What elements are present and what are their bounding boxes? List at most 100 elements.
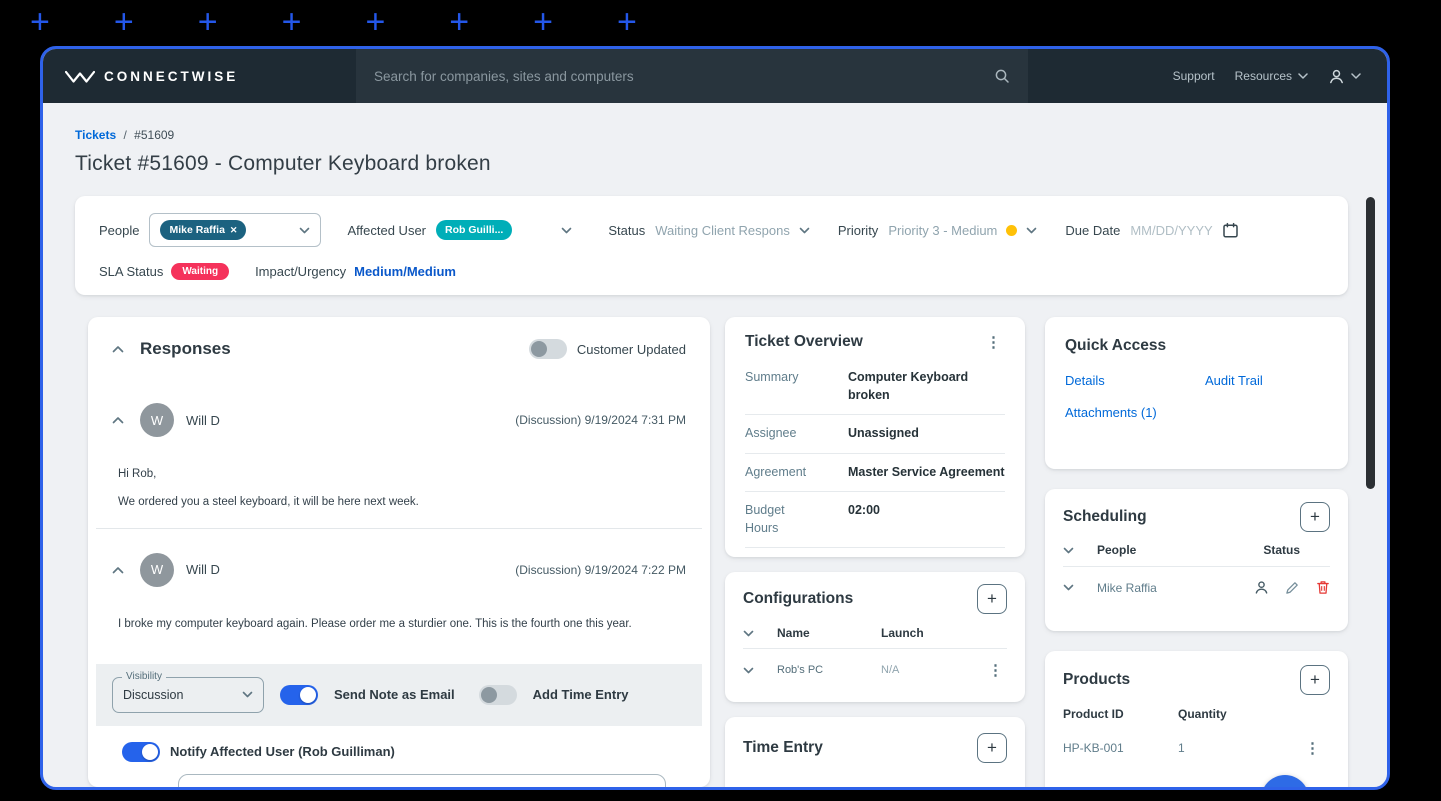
status-select[interactable]: Waiting Client Respons [655,223,810,238]
support-link[interactable]: Support [1173,69,1215,83]
entry-line: We ordered you a steel keyboard, it will… [118,495,419,508]
scheduling-header: Scheduling + [1063,502,1330,532]
right-column: Quick Access Details Audit Trail Attachm… [1045,317,1348,787]
kebab-menu-icon[interactable]: ⋮ [982,333,1005,351]
product-row[interactable]: HP-KB-001 1 ⋮ [1063,739,1330,757]
overview-row-label: Summary [745,370,799,384]
configuration-row[interactable]: Rob's PC N/A ⋮ [743,649,1007,691]
add-schedule-button[interactable]: + [1300,502,1330,532]
calendar-icon[interactable] [1222,222,1239,239]
notify-affected-user-row: Notify Affected User (Rob Guilliman) [122,741,686,762]
search-input[interactable] [374,68,994,84]
send-note-as-email-toggle[interactable] [280,684,318,705]
send-note-as-email-label: Send Note as Email [334,687,455,703]
breadcrumb-current: #51609 [134,128,175,142]
schedule-row-actions [1254,580,1330,595]
overview-row-label: Agreement [745,464,807,479]
app-window: CONNECTWISE Support Resources [40,46,1390,790]
people-select[interactable]: Mike Raffia ✕ [149,213,322,247]
edit-pencil-icon[interactable] [1285,580,1300,595]
brand-name: CONNECTWISE [104,68,239,84]
discussion-entry-header: W Will D (Discussion) 9/19/2024 7:31 PM [112,403,686,437]
time-entry-title: Time Entry [743,739,823,756]
add-time-entry-toggle[interactable] [478,684,517,705]
plus-marker: + [617,3,637,41]
products-card: Products + Product ID Quantity HP-KB-001… [1045,651,1348,787]
chevron-down-icon[interactable] [743,630,777,637]
affected-user-select[interactable]: Rob Guilli... [436,220,572,240]
overview-row: Budget Hours 02:00 [745,492,1005,548]
add-icon: + [987,589,997,608]
configuration-name: Rob's PC [777,664,824,676]
chevron-down-icon[interactable] [1063,547,1097,554]
status-label: Status [608,222,646,238]
visibility-value: Discussion [123,687,184,702]
impact-urgency-label: Impact/Urgency [255,264,347,279]
search-icon[interactable] [994,68,1010,84]
add-time-entry-button[interactable]: + [977,733,1007,763]
responses-card: Responses Customer Updated W Will D (Dis… [88,317,710,787]
add-icon: + [1310,507,1320,526]
plus-marker: + [281,3,302,41]
collapse-chevron-up-icon[interactable] [112,345,124,353]
canvas-grid-markers: + + + + + + + + [30,0,637,44]
notify-affected-user-label: Notify Affected User (Rob Guilliman) [170,744,395,760]
schedule-person-name: Mike Raffia [1097,580,1157,595]
plus-marker: + [365,3,386,41]
audit-trail-link[interactable]: Audit Trail [1205,373,1328,388]
priority-select[interactable]: Priority 3 - Medium [888,223,1037,238]
nav-right: Support Resources [1173,68,1387,85]
kebab-menu-icon[interactable]: ⋮ [1301,739,1324,757]
collapse-chevron-up-icon[interactable] [112,416,124,424]
customer-updated-toggle[interactable] [528,339,567,359]
column-header-quantity: Quantity [1178,707,1227,721]
plus-marker: + [30,3,50,41]
plus-marker: + [449,3,470,41]
details-link[interactable]: Details [1065,373,1205,388]
entry-body: I broke my computer keyboard again. Plea… [118,617,686,632]
collapse-chevron-up-icon[interactable] [112,566,124,574]
chevron-down-icon[interactable] [743,667,777,674]
overview-row: Summary Computer Keyboard broken [745,359,1005,415]
breadcrumb-tickets-link[interactable]: Tickets [75,128,116,142]
person-icon[interactable] [1254,580,1269,595]
add-icon: + [1310,670,1320,689]
resources-label: Resources [1234,69,1292,83]
resources-menu[interactable]: Resources [1235,69,1308,83]
visibility-select[interactable]: Visibility Discussion [112,670,264,713]
note-input[interactable] [178,773,666,787]
add-configuration-button[interactable]: + [977,584,1007,614]
people-chip: Mike Raffia ✕ [160,220,247,240]
chevron-down-icon [242,691,253,698]
configurations-header: Configurations + [743,584,1007,614]
people-label: People [99,222,140,238]
delete-trash-icon[interactable] [1316,580,1330,595]
impact-urgency-value: Medium/Medium [354,264,456,279]
account-menu[interactable] [1328,68,1361,85]
plus-marker: + [533,3,554,41]
middle-column: Ticket Overview ⋮ Summary Computer Keybo… [725,317,1025,787]
configurations-title: Configurations [743,590,854,607]
entry-meta: (Discussion) 9/19/2024 7:22 PM [515,562,686,577]
column-header-launch: Launch [881,626,924,640]
chip-remove-icon[interactable]: ✕ [230,225,238,236]
ticket-overview-header: Ticket Overview ⋮ [745,333,1005,351]
column-header-product-id: Product ID [1063,707,1124,721]
kebab-menu-icon[interactable]: ⋮ [984,661,1007,679]
due-date-field[interactable]: MM/DD/YYYY [1130,222,1238,239]
sla-status-label: SLA Status [99,264,164,279]
attachments-link[interactable]: Attachments (1) [1065,405,1205,420]
brand: CONNECTWISE [65,68,238,85]
scrollbar-thumb[interactable] [1366,197,1375,489]
chevron-down-icon [299,227,310,234]
configurations-column-headers: Name Launch [743,616,1007,649]
avatar: W [140,403,174,437]
chevron-down-icon[interactable] [1063,584,1097,591]
schedule-row[interactable]: Mike Raffia [1063,567,1330,608]
notify-affected-user-toggle[interactable] [122,741,160,762]
discussion-entry-header: W Will D (Discussion) 9/19/2024 7:22 PM [112,552,686,587]
add-product-button[interactable]: + [1300,665,1330,695]
products-header: Products + [1063,665,1330,695]
breadcrumb: Tickets / #51609 [75,128,1348,142]
page-title: Ticket #51609 - Computer Keyboard broken [75,152,491,175]
